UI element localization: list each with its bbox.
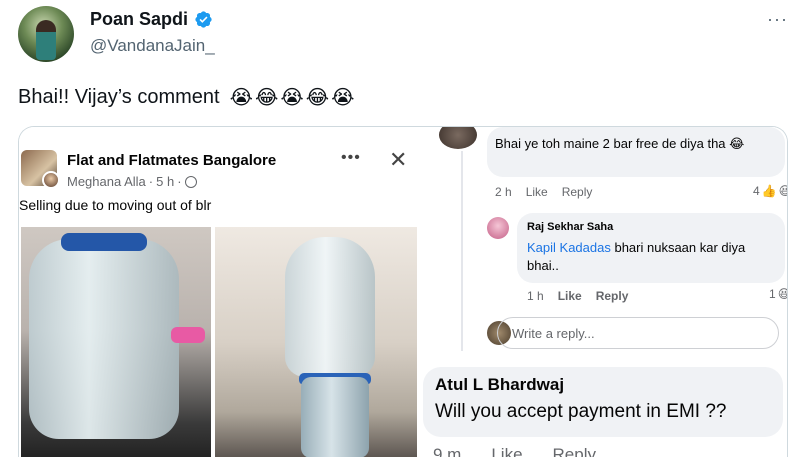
name-row: Poan Sapdi [90,9,213,30]
display-name[interactable]: Poan Sapdi [90,9,188,30]
dispenser-base [301,377,369,457]
more-dots-icon[interactable]: ··· [767,10,788,28]
water-dispenser-photo-1 [21,227,211,457]
like-link[interactable]: Like [491,445,522,457]
group-name: Flat and Flatmates Bangalore [67,152,277,169]
loudly-crying-emoji: 😭 [280,86,304,109]
globe-icon [184,175,197,188]
grinning-sweat-emoji: 😂 [254,86,279,109]
write-reply-input[interactable]: Write a reply... [497,317,779,349]
commenter-avatar [439,127,477,149]
reply-bubble: Raj Sekhar Saha Kapil Kadadas bhari nuks… [517,213,785,283]
reply-link[interactable]: Reply [562,185,593,199]
reply-actions: 1 h Like Reply [527,289,628,303]
author-avatar [42,171,60,189]
haha-reaction-icon: 😆 [779,184,787,198]
tweet-header: Poan Sapdi @VandanaJain_ ··· [18,6,788,62]
haha-reaction-icon: 😆 [778,287,787,301]
post-author: Meghana Alla [67,174,146,189]
water-bottle [285,237,375,377]
post-more-icon: ••• [341,149,361,166]
reply-link[interactable]: Reply [596,289,629,303]
reply-link[interactable]: Reply [553,445,596,457]
close-icon: ✕ [389,147,408,172]
loudly-crying-emoji: 😭 [331,86,355,109]
like-link[interactable]: Like [526,185,548,199]
comment-text: Bhai ye toh maine 2 bar free de diya tha… [495,136,745,151]
like-link[interactable]: Like [558,289,582,303]
reply-text: Kapil Kadadas bhari nuksaan kar diya bha… [527,239,777,275]
tweet-text: Bhai!! Vijay’s comment 😭 😂 😭 😂 😭 [18,86,354,109]
reply-reaction-count: 1 😆 [769,287,787,301]
group-avatar [21,150,60,189]
user-handle[interactable]: @VandanaJain_ [90,36,215,56]
main-comment-actions: 9 m Like Reply [433,445,596,457]
post-time: 5 h [156,174,175,189]
emoji-row: 😭 😂 😭 😂 😭 [230,87,355,109]
fb-comments: Bhai ye toh maine 2 bar free de diya tha… [417,127,787,457]
like-reaction-icon: 👍 [761,184,777,198]
water-jar [29,239,179,439]
water-dispenser-photo-2 [215,227,417,457]
reply-author[interactable]: Raj Sekhar Saha [527,221,613,233]
meta-separator: · [148,174,154,189]
reply-time: 1 h [527,289,544,303]
tweet-text-content: Bhai!! Vijay’s comment [18,86,220,108]
fb-post: Flat and Flatmates Bangalore Meghana All… [19,127,417,457]
jar-lid [61,233,147,251]
comment-actions: 2 h Like Reply [495,185,592,199]
reaction-number: 4 [753,184,760,198]
loudly-crying-emoji: 😭 [229,86,253,109]
post-meta: Meghana Alla · 5 h · [67,174,197,189]
grinning-sweat-emoji: 😂 [305,86,330,109]
pink-container [171,327,205,343]
reaction-number: 1 [769,287,776,301]
verified-badge-icon [195,11,212,28]
post-caption: Selling due to moving out of blr [19,197,212,213]
avatar-figure [36,20,56,60]
main-comment-bubble: Atul L Bhardwaj Will you accept payment … [423,367,783,437]
thread-line [461,151,463,351]
user-avatar[interactable] [18,6,74,62]
mention-link[interactable]: Kapil Kadadas [527,240,611,255]
reaction-count: 4 👍 😆 [753,184,787,198]
reply-avatar [487,217,509,239]
meta-separator: · [177,174,182,189]
tweet-media-image[interactable]: Flat and Flatmates Bangalore Meghana All… [18,126,788,457]
main-comment-time: 9 m [433,445,462,457]
comment-time: 2 h [495,185,512,199]
comment-bubble: Bhai ye toh maine 2 bar free de diya tha… [487,127,785,177]
main-comment-author[interactable]: Atul L Bhardwaj [435,375,564,395]
main-comment-text: Will you accept payment in EMI ?? [435,401,727,422]
